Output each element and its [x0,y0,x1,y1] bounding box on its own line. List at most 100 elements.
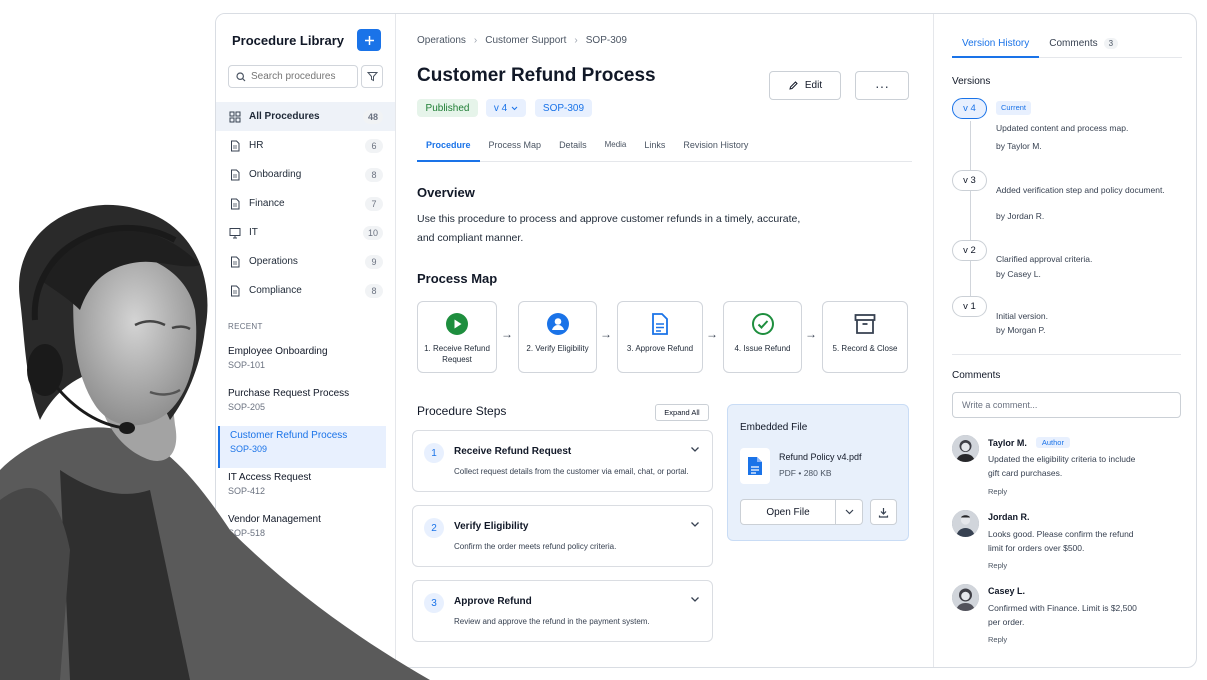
comment-text: Looks good. Please confirm the refund li… [988,529,1134,553]
file-name: Refund Policy v4.pdf [779,452,862,462]
procedure-step[interactable]: 3 Approve Refund Review and approve the … [412,580,713,642]
chevron-down-icon[interactable] [690,596,700,603]
version-author: by Casey L. [996,269,1041,279]
comments-count: 3 [1103,38,1119,49]
reply-link[interactable]: Reply [988,561,1007,570]
category-count: 8 [365,167,383,182]
process-map: 1. Receive Refund Request → 2. Verify El… [417,301,909,373]
procedure-detail: Operations › Customer Support › SOP-309 … [396,14,933,667]
pencil-icon [789,81,798,90]
category-count: 6 [365,138,383,153]
comment-text: Confirmed with Finance. Limit is $2,500 … [988,603,1137,627]
author-name: Taylor M. [988,437,1027,448]
author-name: Casey L. [988,586,1026,596]
category-label: Compliance [249,285,302,296]
search-input[interactable] [251,71,351,82]
chevron-down-icon[interactable] [690,446,700,453]
version-badge[interactable]: v 2 [952,240,987,261]
version-author: by Taylor M. [996,141,1042,151]
document-icon [647,311,673,337]
edit-button[interactable]: Edit [769,71,841,100]
category-label: HR [249,140,264,151]
tab-procedure[interactable]: Procedure [417,132,480,162]
versions-heading: Versions [952,76,991,87]
search-icon [236,71,246,81]
tab-links[interactable]: Links [635,132,674,162]
version-author: by Jordan R. [996,211,1045,221]
version-text: Added verification step and policy docum… [996,185,1165,195]
category-item-all-procedures[interactable]: All Procedures 48 [216,102,395,131]
recent-item-purchase-request[interactable]: Purchase Request Process SOP-205 [218,384,386,426]
tab-details[interactable]: Details [550,132,596,162]
procedure-sidebar: Procedure Library All Procedures 48 [216,14,396,667]
recent-list: Employee Onboarding SOP-101 Purchase Req… [218,342,386,552]
current-tag: Current [996,101,1032,115]
open-file-button[interactable]: Open File [740,499,836,525]
reply-link[interactable]: Reply [988,635,1007,644]
recent-item-customer-refund[interactable]: Customer Refund Process SOP-309 [218,426,386,468]
process-step-label: 3. Approve Refund [626,344,694,353]
category-item-onboarding[interactable]: Onboarding 8 [216,160,395,189]
more-options-button[interactable]: ··· [855,71,909,100]
process-step-receive[interactable]: 1. Receive Refund Request [417,301,497,373]
tab-process-map[interactable]: Process Map [480,132,551,162]
reply-link[interactable]: Reply [988,487,1007,496]
recent-item-it-access[interactable]: IT Access Request SOP-412 [218,468,386,510]
step-title: Receive Refund Request [454,446,572,457]
recent-item-employee-onboarding[interactable]: Employee Onboarding SOP-101 [218,342,386,384]
process-step-label: 2. Verify Eligibility [526,344,589,353]
breadcrumb-item[interactable]: Operations [417,35,466,46]
tab-revision-history[interactable]: Revision History [674,132,757,162]
breadcrumb-item[interactable]: Customer Support [485,35,566,46]
add-procedure-button[interactable] [357,29,381,51]
comment-author: Jordan R. [988,512,1030,522]
category-count: 7 [365,196,383,211]
process-step-approve[interactable]: 3. Approve Refund [617,301,703,373]
play-icon [444,311,470,337]
comment-input[interactable] [952,392,1181,418]
version-dropdown[interactable]: v 4 [486,99,526,117]
tab-version-history[interactable]: Version History [952,31,1040,58]
version-badge[interactable]: v 1 [952,296,987,317]
procedure-step[interactable]: 1 Receive Refund Request Collect request… [412,430,713,492]
tab-comments[interactable]: Comments 3 [1039,31,1128,57]
plus-icon [364,35,374,45]
recent-item-title: Customer Refund Process [230,430,348,441]
author-name: Jordan R. [988,512,1030,522]
arrow-right-icon: → [706,327,718,341]
procedure-step[interactable]: 2 Verify Eligibility Confirm the order m… [412,505,713,567]
process-step-issue[interactable]: 4. Issue Refund [723,301,802,373]
panel-tabs: Version History Comments 3 [952,31,1182,58]
category-label: Onboarding [249,169,302,180]
procedure-app-window: Procedure Library All Procedures 48 [215,13,1197,668]
tab-media[interactable]: Media [596,132,636,162]
arrow-right-icon: → [805,327,817,341]
avatar [952,584,979,611]
filter-button[interactable] [361,65,383,88]
author-tag: Author [1035,437,1070,448]
download-button[interactable] [870,499,897,525]
category-item-hr[interactable]: HR 6 [216,131,395,160]
step-description: Confirm the order meets refund policy cr… [454,542,617,551]
file-meta: PDF • 280 KB [779,468,832,478]
category-count: 48 [362,109,383,124]
expand-all-button[interactable]: Expand All [655,404,709,421]
category-item-compliance[interactable]: Compliance 8 [216,276,395,305]
step-title: Verify Eligibility [454,521,529,532]
category-item-operations[interactable]: Operations 9 [216,247,395,276]
open-options-button[interactable] [836,499,863,525]
category-item-it[interactable]: IT 10 [216,218,395,247]
process-step-verify[interactable]: 2. Verify Eligibility [518,301,597,373]
process-step-record[interactable]: 5. Record & Close [822,301,908,373]
monitor-icon [229,227,241,238]
step-number: 1 [424,443,444,463]
recent-item-vendor-management[interactable]: Vendor Management SOP-518 [218,510,386,552]
user-icon [545,311,571,337]
chevron-down-icon[interactable] [690,521,700,528]
step-number: 3 [424,593,444,613]
chevron-right-icon: › [574,35,578,46]
version-badge[interactable]: v 3 [952,170,987,191]
version-badge[interactable]: v 4 [952,98,987,119]
category-item-finance[interactable]: Finance 7 [216,189,395,218]
embedded-file-card: Embedded File Refund Policy v4.pdf PDF •… [727,404,909,541]
